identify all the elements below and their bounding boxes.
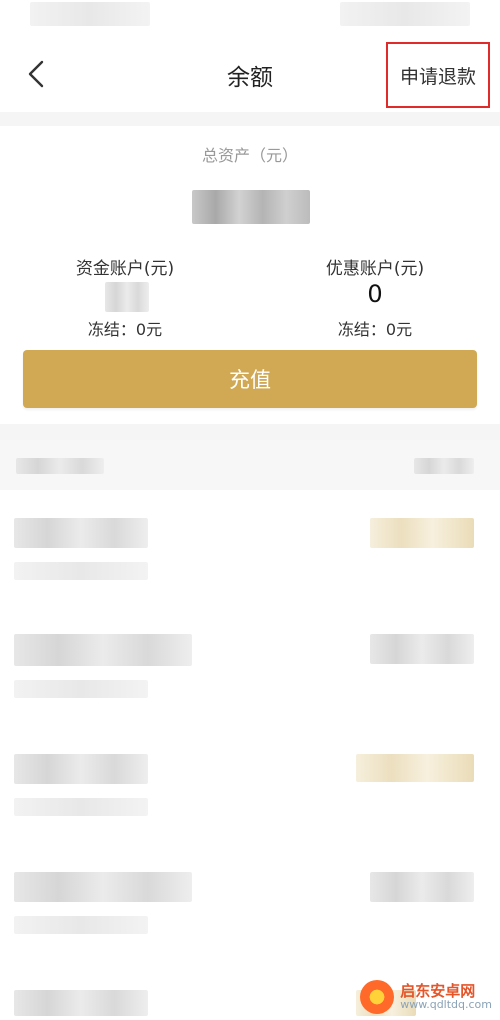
watermark-logo-icon — [360, 980, 395, 1014]
fund-account-value-redacted — [105, 282, 149, 312]
fund-account-label: 资金账户(元) — [75, 259, 175, 279]
row-title-redacted — [14, 990, 148, 1016]
transaction-row[interactable] — [0, 500, 500, 618]
transaction-row[interactable] — [0, 736, 500, 854]
row-title-redacted — [14, 634, 192, 666]
status-bar-left-blur — [30, 2, 150, 26]
fund-account-frozen: 冻结：0元 — [87, 320, 163, 339]
discount-account-value: 0 — [367, 280, 383, 308]
row-title-redacted — [14, 872, 192, 902]
list-header-right-redacted — [414, 458, 474, 474]
row-subtitle-redacted — [14, 798, 148, 816]
row-amount-redacted — [370, 634, 474, 664]
discount-account-frozen: 冻结：0元 — [337, 320, 413, 339]
watermark-name: 启东安卓网 — [400, 981, 476, 1000]
row-subtitle-redacted — [14, 680, 148, 698]
row-title-redacted — [14, 754, 148, 784]
transaction-row[interactable] — [0, 854, 500, 972]
section-divider — [0, 424, 500, 440]
header-divider — [0, 112, 500, 126]
site-watermark: 启东安卓网 www.qdltdq.com — [360, 980, 492, 1014]
transaction-list-header — [0, 440, 500, 490]
transaction-row[interactable] — [0, 618, 500, 736]
watermark-url: www.qdltdq.com — [400, 998, 492, 1012]
row-amount-redacted — [370, 518, 474, 548]
apply-refund-button[interactable]: 申请退款 — [386, 42, 490, 108]
row-title-redacted — [14, 518, 148, 548]
list-header-left-redacted — [16, 458, 104, 474]
row-subtitle-redacted — [14, 562, 148, 580]
discount-account-label: 优惠账户(元) — [325, 259, 425, 279]
recharge-button[interactable]: 充值 — [23, 350, 477, 408]
row-amount-redacted — [370, 872, 474, 902]
total-assets-value-redacted — [192, 190, 310, 224]
status-bar-right-blur — [340, 2, 470, 26]
row-subtitle-redacted — [14, 916, 148, 934]
total-assets-label: 总资产（元） — [201, 146, 298, 165]
status-bar — [0, 0, 500, 34]
row-amount-redacted — [356, 754, 474, 782]
header-bar: 余额 申请退款 — [0, 34, 500, 116]
